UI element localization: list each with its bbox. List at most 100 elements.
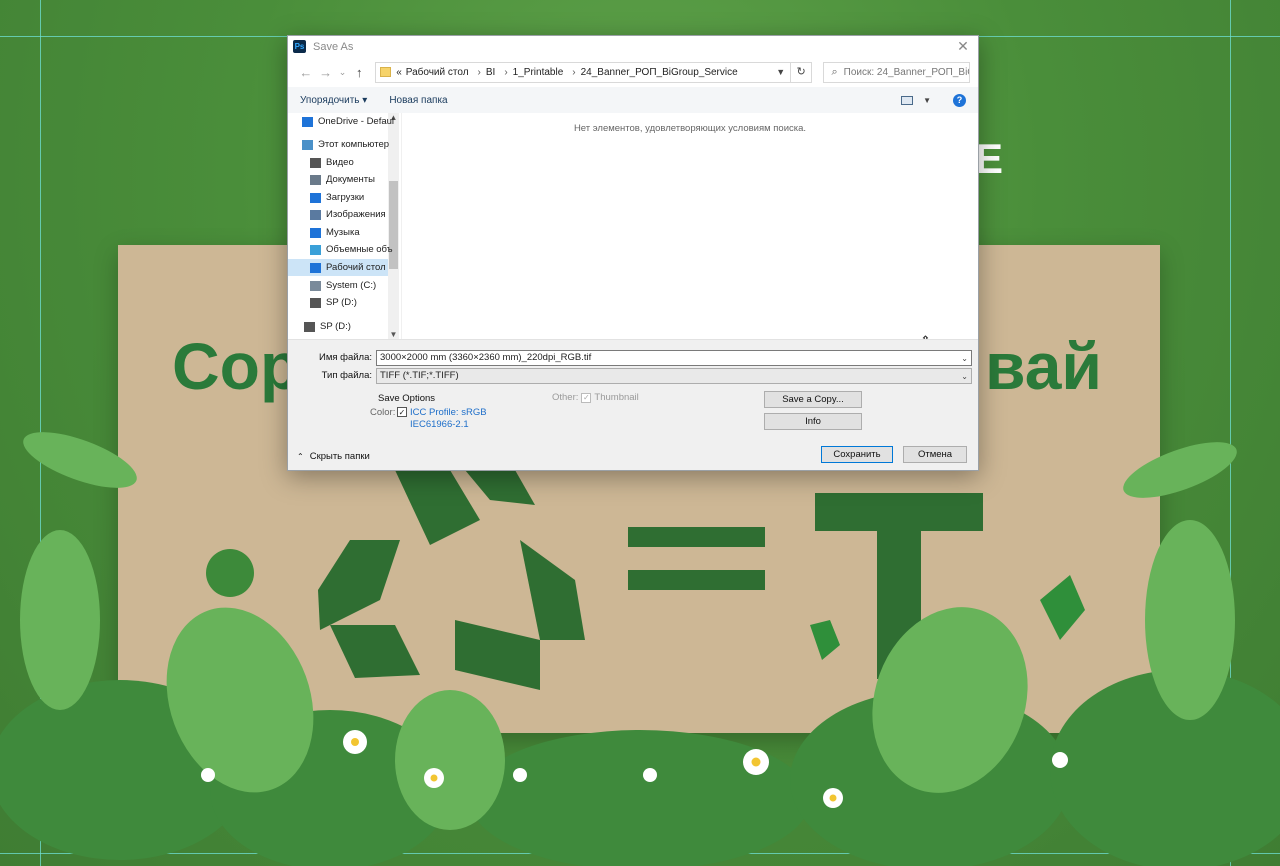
nav-item[interactable]: OneDrive - Defaul	[288, 113, 394, 130]
save-a-copy-button[interactable]: Save a Copy...	[764, 391, 862, 408]
search-placeholder: Поиск: 24_Banner_РОП_BiG...	[843, 66, 970, 78]
chevron-up-icon: ⌃	[297, 452, 304, 461]
breadcrumb-item[interactable]: Рабочий стол	[406, 67, 469, 78]
thumbnail-label: Thumbnail	[594, 392, 639, 403]
other-options: Other: ✓ Thumbnail	[552, 392, 639, 403]
cloud-icon	[302, 116, 313, 127]
filetype-select[interactable]: TIFF (*.TIF;*.TIFF) ⌄	[376, 367, 972, 384]
photoshop-icon: Ps	[293, 40, 306, 53]
nav-item[interactable]: SP (D:)	[288, 294, 388, 311]
breadcrumb-overflow[interactable]: «	[396, 67, 402, 78]
nav-item-label: SP (D:)	[320, 321, 351, 332]
gear-icon	[206, 549, 254, 597]
downloads-icon	[310, 192, 321, 203]
icc-profile-checkbox[interactable]: ✓	[397, 407, 407, 417]
nav-item-label: Изображения	[326, 209, 386, 220]
nav-item-label: System (C:)	[326, 280, 377, 291]
dialog-titlebar[interactable]: Ps Save As ✕	[288, 36, 978, 57]
search-input[interactable]: ⌕ Поиск: 24_Banner_РОП_BiG...	[823, 61, 970, 83]
address-bar[interactable]: « Рабочий стол › BI › 1_Printable › 24_B…	[375, 61, 791, 83]
breadcrumb-separator-icon[interactable]: ›	[478, 67, 481, 78]
filetype-dropdown-icon[interactable]: ⌄	[961, 369, 968, 384]
nav-item-label: SP (D:)	[326, 297, 357, 308]
nav-item[interactable]: System (C:)	[288, 277, 388, 294]
butterfly-icon	[810, 620, 840, 660]
cancel-button[interactable]: Отмена	[903, 446, 967, 463]
breadcrumb-item[interactable]: 24_Banner_РОП_BiGroup_Service	[581, 67, 738, 78]
view-dropdown-icon[interactable]: ▼	[923, 96, 931, 105]
video-icon	[310, 157, 321, 168]
scroll-thumb[interactable]	[389, 181, 398, 269]
command-toolbar: Упорядочить ▾ Новая папка ▼ ?	[288, 87, 978, 113]
save-button[interactable]: Сохранить	[821, 446, 893, 463]
nav-item[interactable]: Рабочий стол	[288, 259, 388, 276]
drive-c-icon	[310, 280, 321, 291]
computer-icon	[302, 139, 313, 150]
address-dropdown-icon[interactable]: ▼	[772, 63, 790, 82]
icc-profile-option[interactable]: ✓ ICC Profile: sRGB IEC61966-2.1	[397, 407, 487, 431]
view-options-icon[interactable]	[901, 95, 914, 105]
recycle-symbol-icon	[318, 470, 585, 690]
nav-item-label: Видео	[326, 157, 354, 168]
filetype-label: Тип файла:	[321, 370, 372, 381]
back-arrow-icon[interactable]: ←	[296, 65, 316, 80]
organize-button[interactable]: Упорядочить ▾	[300, 95, 367, 106]
breadcrumb-separator-icon[interactable]: ›	[504, 67, 507, 78]
letter-t-top	[815, 493, 983, 531]
nav-item[interactable]: Изображения	[288, 206, 388, 223]
nav-item[interactable]: Загрузки	[288, 189, 388, 206]
help-icon[interactable]: ?	[953, 93, 966, 107]
equals-bar-top	[628, 527, 765, 547]
icc-profile-label: ICC Profile: sRGB	[410, 407, 487, 418]
breadcrumb-separator-icon[interactable]: ›	[572, 67, 575, 78]
filename-dropdown-icon[interactable]: ⌄	[961, 351, 968, 366]
filetype-row: Тип файла: TIFF (*.TIF;*.TIFF) ⌄	[288, 367, 972, 384]
filename-field[interactable]: 3000×2000 mm (3360×2360 mm)_220dpi_RGB.t…	[376, 349, 972, 366]
nav-item[interactable]: Объемные объ	[288, 241, 393, 258]
hide-folders-toggle[interactable]: ⌃ Скрыть папки	[297, 451, 370, 462]
recent-locations-chevron-icon[interactable]: ⌄	[336, 67, 350, 78]
info-button[interactable]: Info	[764, 413, 862, 430]
hide-folders-label: Скрыть папки	[309, 451, 370, 462]
browser-area: ▲ ▼ OneDrive - Defaul Этот компьютер Видео…	[288, 113, 978, 348]
nav-item-label: Загрузки	[326, 192, 365, 203]
nav-item[interactable]: Документы	[288, 171, 388, 188]
icc-profile-label-line2: IEC61966-2.1	[410, 419, 469, 430]
nav-item-label: Музыка	[326, 227, 360, 238]
up-arrow-icon[interactable]: ↑	[349, 65, 369, 80]
nav-item[interactable]: Музыка	[288, 224, 388, 241]
dialog-title: Save As	[313, 40, 354, 53]
nav-item[interactable]: Этот компьютер	[288, 136, 389, 153]
refresh-icon[interactable]: ↻	[790, 61, 813, 83]
forward-arrow-icon[interactable]: →	[316, 65, 336, 80]
nav-item[interactable]: SP (D:)	[288, 318, 388, 335]
butterfly-icon	[1040, 575, 1085, 640]
new-folder-button[interactable]: Новая папка	[389, 95, 447, 106]
nav-scrollbar[interactable]: ▲ ▼	[388, 113, 399, 339]
drive-d-icon	[310, 297, 321, 308]
file-list-pane[interactable]: Нет элементов, удовлетворяющих условиям …	[401, 113, 978, 348]
address-row: ← → ⌄ ↑ « Рабочий стол › BI › 1_Printabl…	[288, 57, 978, 87]
nav-item-label: OneDrive - Defaul	[318, 116, 395, 127]
nav-item[interactable]: Видео	[288, 154, 388, 171]
empty-results-message: Нет элементов, удовлетворяющих условиям …	[573, 123, 807, 134]
save-form-panel: Имя файла: 3000×2000 mm (3360×2360 mm)_2…	[288, 339, 978, 470]
breadcrumb-item[interactable]: BI	[486, 67, 495, 78]
nav-item-label: Объемные объ	[326, 244, 393, 255]
close-button[interactable]: ✕	[948, 38, 978, 55]
nav-item-label: Рабочий стол	[326, 262, 386, 273]
3d-objects-icon	[310, 244, 321, 255]
navigation-pane: ▲ ▼ OneDrive - Defaul Этот компьютер Видео…	[288, 113, 401, 339]
folder-icon	[380, 67, 392, 77]
drive-d-icon	[304, 321, 315, 332]
nav-item-label: Документы	[326, 174, 375, 185]
breadcrumb-item[interactable]: 1_Printable	[513, 67, 564, 78]
scroll-down-icon[interactable]: ▼	[388, 330, 399, 339]
filename-value: 3000×2000 mm (3360×2360 mm)_220dpi_RGB.t…	[380, 352, 592, 363]
filename-label: Имя файла:	[318, 352, 372, 363]
documents-icon	[310, 174, 321, 185]
desktop-icon	[310, 262, 321, 273]
search-icon: ⌕	[831, 65, 838, 78]
equals-bar-bottom	[628, 570, 765, 590]
save-as-dialog: Ps Save As ✕ ← → ⌄ ↑ « Рабочий стол › BI…	[287, 35, 979, 471]
